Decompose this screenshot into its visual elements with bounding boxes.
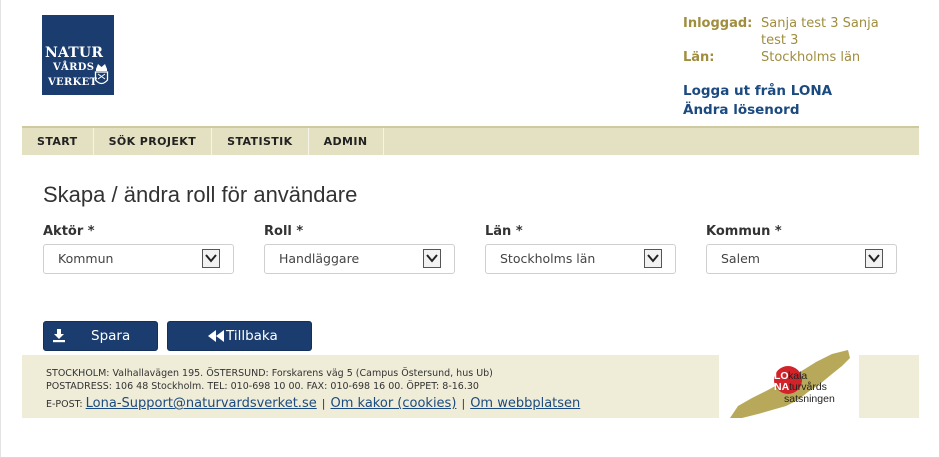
lan-selected-value: Stockholms län: [500, 251, 596, 266]
naturvardsverket-logo[interactable]: NATUR VÅRDS VERKET: [42, 15, 114, 95]
footer-postal: POSTADRESS: 106 48 Stockholm. TEL: 010-6…: [46, 381, 479, 392]
roll-selected-value: Handläggare: [279, 251, 360, 266]
roll-select[interactable]: Handläggare: [264, 244, 455, 274]
nav-item-sok-projekt[interactable]: SÖK PROJEKT: [94, 128, 213, 155]
change-password-link[interactable]: Ändra lösenord: [683, 102, 800, 118]
kommun-label: Kommun *: [706, 224, 782, 239]
chevron-down-icon[interactable]: [202, 249, 220, 268]
logged-in-label: Inloggad:: [683, 16, 753, 31]
save-button-label: Spara: [91, 328, 131, 344]
email-label: E-POST:: [46, 399, 83, 410]
backward-icon: [208, 330, 224, 342]
user-info: Inloggad: Sanja test 3 Sanja test 3 Län:…: [683, 15, 886, 66]
footer-links: E-POST: Lona-Support@naturvardsverket.se…: [46, 396, 580, 411]
nav-item-admin[interactable]: ADMIN: [309, 128, 384, 155]
chevron-down-icon[interactable]: [423, 249, 441, 268]
back-button[interactable]: Tillbaka: [167, 321, 312, 351]
lan-field: Län * Stockholms län: [485, 224, 676, 274]
logged-in-row: Inloggad: Sanja test 3 Sanja test 3: [683, 15, 886, 49]
nav-item-statistik[interactable]: STATISTIK: [212, 128, 309, 155]
website-info-link[interactable]: Om webbplatsen: [470, 396, 580, 411]
aktor-label: Aktör *: [43, 224, 95, 239]
aktor-select[interactable]: Kommun: [43, 244, 234, 274]
lan-select[interactable]: Stockholms län: [485, 244, 676, 274]
save-button[interactable]: Spara: [43, 321, 158, 351]
kommun-select[interactable]: Salem: [706, 244, 897, 274]
roll-label: Roll *: [264, 224, 304, 239]
lona-turvards-text: turvårds: [789, 381, 827, 393]
lona-logo[interactable]: LO kala NA turvårds satsningen: [728, 350, 852, 420]
page-title: Skapa / ändra roll för användare: [43, 182, 358, 207]
chevron-down-icon[interactable]: [644, 249, 662, 268]
logo-line-1: NATUR: [45, 45, 104, 61]
logout-link[interactable]: Logga ut från LONA: [683, 83, 832, 99]
lan-label: Län *: [485, 224, 523, 239]
footer-separator: |: [461, 397, 466, 410]
logo-line-2: VÅRDS: [53, 62, 95, 73]
roll-field: Roll * Handläggare: [264, 224, 455, 274]
main-nav: START SÖK PROJEKT STATISTIK ADMIN: [22, 126, 919, 155]
download-icon: [53, 329, 65, 343]
nav-item-start[interactable]: START: [22, 128, 94, 155]
county-label: Län:: [683, 50, 715, 65]
support-email-link[interactable]: Lona-Support@naturvardsverket.se: [86, 396, 317, 411]
kommun-selected-value: Salem: [721, 251, 760, 266]
lona-na-text: NA: [774, 381, 790, 393]
county-value: Stockholms län: [761, 50, 861, 65]
cookies-link[interactable]: Om kakor (cookies): [331, 396, 457, 411]
back-button-label: Tillbaka: [226, 328, 278, 344]
aktor-selected-value: Kommun: [58, 251, 114, 266]
county-row: Län: Stockholms län: [683, 49, 886, 66]
kommun-field: Kommun * Salem: [706, 224, 897, 274]
crown-emblem-icon: [94, 64, 109, 85]
logged-in-value: Sanja test 3 Sanja test 3: [761, 16, 879, 48]
lona-satsningen-text: satsningen: [784, 393, 835, 405]
footer-separator: |: [321, 397, 326, 410]
footer-address: STOCKHOLM: Valhallavägen 195. ÖSTERSUND:…: [46, 368, 493, 379]
aktor-field: Aktör * Kommun: [43, 224, 234, 274]
logo-line-3: VERKET: [48, 77, 98, 88]
chevron-down-icon[interactable]: [865, 249, 883, 268]
